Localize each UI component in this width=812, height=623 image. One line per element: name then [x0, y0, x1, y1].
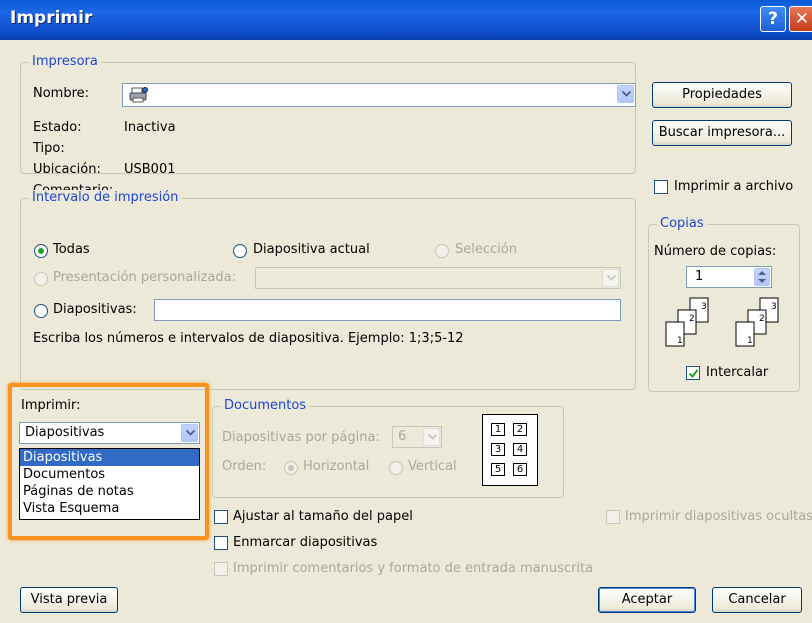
- copies-count-input[interactable]: 1: [686, 266, 772, 288]
- handout-layout-preview: 1 2 3 4 5 6: [482, 414, 538, 486]
- close-button[interactable]: ✕: [789, 6, 812, 32]
- collate-label[interactable]: Intercalar: [706, 365, 768, 380]
- printer-group: Impresora: [20, 54, 636, 174]
- preview-button[interactable]: Vista previa: [20, 587, 118, 613]
- print-to-file-checkbox[interactable]: [654, 180, 668, 194]
- title-bar[interactable]: Imprimir ? ✕: [0, 0, 812, 40]
- custom-show-radio[interactable]: [34, 272, 48, 286]
- copies-count-label: Número de copias:: [654, 244, 777, 259]
- range-hint: Escriba los números e intervalos de diap…: [33, 331, 464, 346]
- selection-label[interactable]: Selección: [455, 242, 517, 257]
- horizontal-label[interactable]: Horizontal: [303, 459, 369, 474]
- location-value: USB001: [124, 162, 176, 177]
- vertical-radio[interactable]: [389, 461, 403, 475]
- printer-icon: [129, 87, 149, 107]
- preview-slide-4: 4: [513, 443, 527, 456]
- collate-page-2: 2: [759, 314, 765, 324]
- frame-slides-checkbox[interactable]: [214, 536, 228, 550]
- preview-slide-6: 6: [513, 463, 527, 476]
- copies-legend: Copias: [657, 216, 707, 231]
- print-hidden-slides-checkbox[interactable]: [606, 510, 620, 524]
- chevron-down-icon[interactable]: [602, 269, 619, 287]
- print-dialog: Imprimir ? ✕ Impresora Nombre: Propiedad…: [0, 0, 812, 623]
- all-label[interactable]: Todas: [53, 242, 90, 257]
- location-label: Ubicación:: [33, 162, 101, 177]
- cancel-button[interactable]: Cancelar: [712, 587, 802, 613]
- all-radio[interactable]: [34, 244, 48, 258]
- collate-page-3: 3: [701, 302, 707, 312]
- printer-legend: Impresora: [29, 54, 101, 69]
- current-slide-label[interactable]: Diapositiva actual: [253, 242, 370, 257]
- printer-name-select[interactable]: [122, 83, 636, 107]
- collate-page-1: 1: [677, 336, 683, 346]
- print-to-file-label[interactable]: Imprimir a archivo: [674, 179, 793, 194]
- print-comments-checkbox[interactable]: [214, 562, 228, 576]
- order-label: Orden:: [222, 459, 267, 474]
- collate-illustration-icon: 3 2 1 3 2 1: [664, 296, 790, 350]
- collate-page-1: 1: [747, 336, 753, 346]
- highlight-box: [8, 383, 209, 540]
- per-page-label: Diapositivas por página:: [222, 430, 380, 445]
- print-range-group: Intervalo de impresión: [20, 190, 636, 390]
- print-comments-label[interactable]: Imprimir comentarios y formato de entrad…: [233, 561, 593, 576]
- frame-slides-label[interactable]: Enmarcar diapositivas: [233, 535, 377, 550]
- dialog-title: Imprimir: [10, 8, 93, 28]
- collate-page-2: 2: [689, 314, 695, 324]
- preview-slide-3: 3: [491, 443, 505, 456]
- slides-radio[interactable]: [34, 304, 48, 318]
- preview-slide-5: 5: [491, 463, 505, 476]
- preview-slide-1: 1: [491, 423, 505, 436]
- copies-count-value: 1: [695, 269, 704, 284]
- current-slide-radio[interactable]: [233, 244, 247, 258]
- custom-show-select[interactable]: [255, 267, 621, 289]
- vertical-label[interactable]: Vertical: [408, 459, 457, 474]
- chevron-down-icon[interactable]: [617, 85, 634, 103]
- custom-show-label[interactable]: Presentación personalizada:: [53, 270, 236, 285]
- printer-name-label: Nombre:: [33, 86, 90, 101]
- properties-button[interactable]: Propiedades: [652, 82, 792, 108]
- per-page-select[interactable]: 6: [392, 426, 442, 448]
- help-button[interactable]: ?: [760, 6, 786, 32]
- status-value: Inactiva: [124, 120, 176, 135]
- type-label: Tipo:: [33, 141, 65, 156]
- scale-to-fit-label[interactable]: Ajustar al tamaño del papel: [233, 509, 413, 524]
- find-printer-button[interactable]: Buscar impresora...: [652, 120, 792, 146]
- print-hidden-slides-label[interactable]: Imprimir diapositivas ocultas: [625, 509, 812, 524]
- spinner-icon[interactable]: [754, 268, 770, 286]
- preview-slide-2: 2: [513, 423, 527, 436]
- chevron-down-icon[interactable]: [423, 428, 440, 446]
- handouts-legend: Documentos: [221, 398, 310, 413]
- collate-checkbox[interactable]: [686, 366, 700, 380]
- slides-label[interactable]: Diapositivas:: [53, 302, 137, 317]
- slides-input[interactable]: [154, 299, 621, 321]
- per-page-value: 6: [398, 429, 407, 444]
- status-label: Estado:: [33, 120, 82, 135]
- horizontal-radio[interactable]: [284, 461, 298, 475]
- print-range-legend: Intervalo de impresión: [29, 190, 182, 205]
- scale-to-fit-checkbox[interactable]: [214, 510, 228, 524]
- ok-button[interactable]: Aceptar: [598, 587, 696, 613]
- collate-page-3: 3: [771, 302, 777, 312]
- selection-radio[interactable]: [435, 244, 449, 258]
